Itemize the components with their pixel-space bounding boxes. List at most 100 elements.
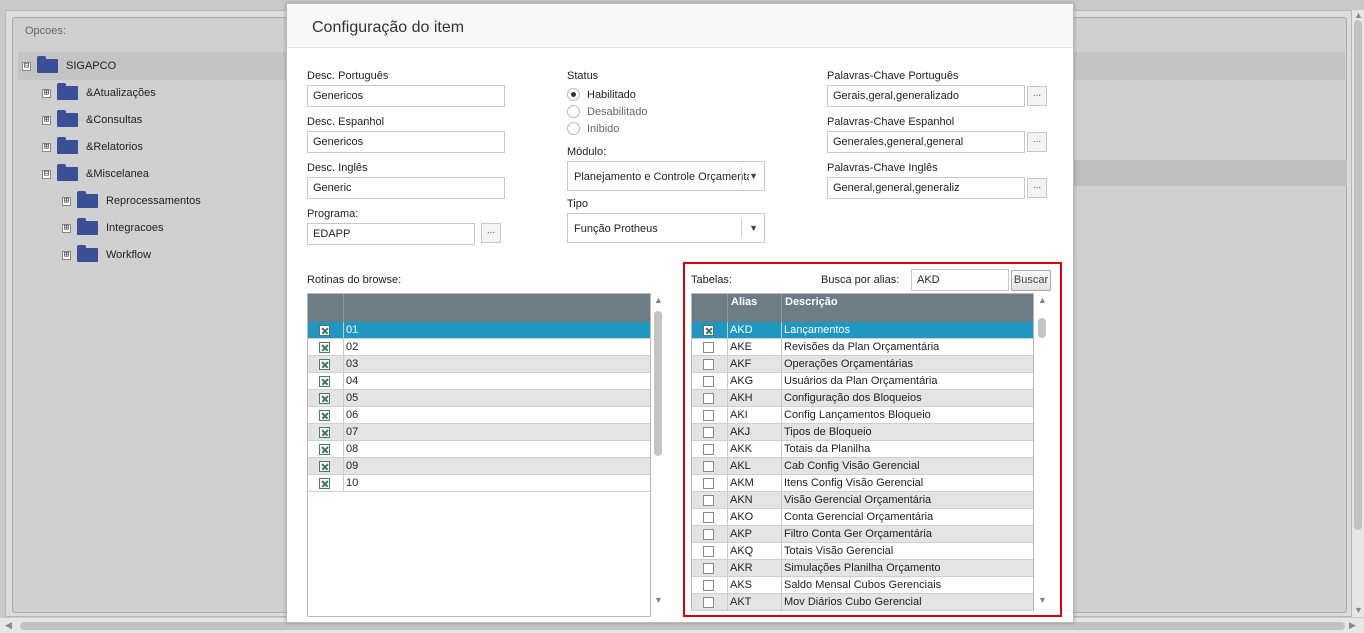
desc-pt-label: Desc. Português xyxy=(307,70,389,82)
programa-label: Programa: xyxy=(307,208,359,220)
tree-item[interactable]: ⊟ SIGAPCO xyxy=(22,56,116,76)
checkbox-checked-icon[interactable] xyxy=(319,325,330,336)
kw-pt-label: Palavras-Chave Português xyxy=(827,70,959,82)
rotinas-grid-header xyxy=(308,294,650,322)
radio-checked-icon xyxy=(567,88,580,101)
kw-en-label: Palavras-Chave Inglês xyxy=(827,162,938,174)
kw-en-browse-button[interactable]: ... xyxy=(1027,178,1047,198)
tree-item-label: SIGAPCO xyxy=(66,60,117,72)
row-value: 01 xyxy=(346,324,359,336)
kw-es-input[interactable]: Generales,general,general xyxy=(827,131,1025,153)
table-row[interactable]: 07 xyxy=(308,424,650,441)
expand-icon[interactable]: ⊞ xyxy=(62,223,71,233)
tree-item[interactable]: ⊞ &Consultas xyxy=(42,110,142,130)
row-value: 04 xyxy=(346,375,359,387)
radio-label: Habilitado xyxy=(587,88,636,101)
select-divider xyxy=(741,167,742,185)
tree-item-label: Reprocessamentos xyxy=(106,195,201,207)
checkbox-checked-icon[interactable] xyxy=(319,410,330,421)
table-row[interactable]: 02 xyxy=(308,339,650,356)
row-value: 08 xyxy=(346,443,359,455)
row-value: 05 xyxy=(346,392,359,404)
checkbox-checked-icon[interactable] xyxy=(319,461,330,472)
status-radio-desabilitado[interactable]: Desabilitado xyxy=(567,105,648,118)
scroll-down-icon[interactable]: ▼ xyxy=(654,595,663,605)
rotinas-scrollbar[interactable]: ▲ ▼ xyxy=(652,293,664,609)
column-divider xyxy=(343,339,344,356)
tipo-selected-value: Função Protheus xyxy=(574,223,658,235)
radio-label: Inibido xyxy=(587,122,620,135)
collapse-icon[interactable]: ⊟ xyxy=(22,61,31,71)
folder-icon xyxy=(37,56,58,73)
scroll-up-icon[interactable]: ▲ xyxy=(654,295,663,305)
folder-icon xyxy=(57,137,78,154)
row-value: 10 xyxy=(346,477,359,489)
programa-input[interactable]: EDAPP xyxy=(307,223,475,245)
expand-icon[interactable]: ⊞ xyxy=(42,115,51,125)
table-row[interactable]: 06 xyxy=(308,407,650,424)
table-row[interactable]: 03 xyxy=(308,356,650,373)
scrollbar-thumb[interactable] xyxy=(654,311,662,456)
checkbox-checked-icon[interactable] xyxy=(319,376,330,387)
tree-item[interactable]: ⊞ &Atualizações xyxy=(42,83,156,103)
tree-item[interactable]: ⊞ Integracoes xyxy=(62,218,163,238)
expand-icon[interactable]: ⊞ xyxy=(62,196,71,206)
kw-pt-input[interactable]: Gerais,geral,generalizado xyxy=(827,85,1025,107)
tree-item[interactable]: ⊞ &Relatorios xyxy=(42,137,143,157)
expand-icon[interactable]: ⊞ xyxy=(42,88,51,98)
radio-unchecked-icon xyxy=(567,122,580,135)
desc-en-input[interactable]: Generic xyxy=(307,177,505,199)
window-vertical-scrollbar[interactable]: ▲ ▼ xyxy=(1352,10,1364,617)
checkbox-checked-icon[interactable] xyxy=(319,478,330,489)
select-divider xyxy=(741,219,742,237)
tipo-label: Tipo xyxy=(567,198,588,210)
tree-item[interactable]: ⊞ Reprocessamentos xyxy=(62,191,201,211)
column-header-value xyxy=(344,294,650,322)
status-radio-habilitado[interactable]: Habilitado xyxy=(567,88,636,101)
chevron-down-icon[interactable]: ▼ xyxy=(749,223,758,233)
kw-en-input[interactable]: General,general,generaliz xyxy=(827,177,1025,199)
table-row[interactable]: 05 xyxy=(308,390,650,407)
folder-icon xyxy=(57,83,78,100)
column-divider xyxy=(343,322,344,339)
folder-icon xyxy=(57,164,78,181)
table-row[interactable]: 04 xyxy=(308,373,650,390)
checkbox-checked-icon[interactable] xyxy=(319,393,330,404)
kw-es-label: Palavras-Chave Espanhol xyxy=(827,116,955,128)
checkbox-checked-icon[interactable] xyxy=(319,427,330,438)
checkbox-checked-icon[interactable] xyxy=(319,444,330,455)
folder-icon xyxy=(77,218,98,235)
kw-pt-browse-button[interactable]: ... xyxy=(1027,86,1047,106)
radio-unchecked-icon xyxy=(567,105,580,118)
scroll-down-icon[interactable]: ▼ xyxy=(1354,605,1363,615)
scrollbar-thumb[interactable] xyxy=(1354,20,1362,530)
desc-pt-input[interactable]: Genericos xyxy=(307,85,505,107)
scrollbar-thumb[interactable] xyxy=(20,622,1345,630)
expand-icon[interactable]: ⊞ xyxy=(62,250,71,260)
scroll-left-icon[interactable]: ◀ xyxy=(5,620,12,631)
checkbox-checked-icon[interactable] xyxy=(319,359,330,370)
tree-item[interactable]: ⊟ &Miscelanea xyxy=(42,164,149,184)
checkbox-checked-icon[interactable] xyxy=(319,342,330,353)
options-panel-title: Opcoes: xyxy=(25,25,66,37)
tree-item-label: Integracoes xyxy=(106,222,164,234)
kw-es-browse-button[interactable]: ... xyxy=(1027,132,1047,152)
row-value: 03 xyxy=(346,358,359,370)
programa-browse-button[interactable]: ... xyxy=(481,223,501,243)
folder-icon xyxy=(57,110,78,127)
tipo-select[interactable]: Função Protheus ▼ xyxy=(567,213,765,243)
table-row[interactable]: 09 xyxy=(308,458,650,475)
radio-label: Desabilitado xyxy=(587,105,648,118)
modulo-select[interactable]: Planejamento e Controle Orçamentár ▼ xyxy=(567,161,765,191)
table-row[interactable]: 10 xyxy=(308,475,650,492)
status-radio-inibido[interactable]: Inibido xyxy=(567,122,619,135)
chevron-down-icon[interactable]: ▼ xyxy=(749,171,758,181)
tree-item[interactable]: ⊞ Workflow xyxy=(62,245,151,265)
expand-icon[interactable]: ⊞ xyxy=(42,142,51,152)
scroll-up-icon[interactable]: ▲ xyxy=(1354,10,1363,20)
table-row[interactable]: 01 xyxy=(308,322,650,339)
desc-es-input[interactable]: Genericos xyxy=(307,131,505,153)
collapse-icon[interactable]: ⊟ xyxy=(42,169,51,179)
table-row[interactable]: 08 xyxy=(308,441,650,458)
scroll-right-icon[interactable]: ▶ xyxy=(1349,620,1356,631)
